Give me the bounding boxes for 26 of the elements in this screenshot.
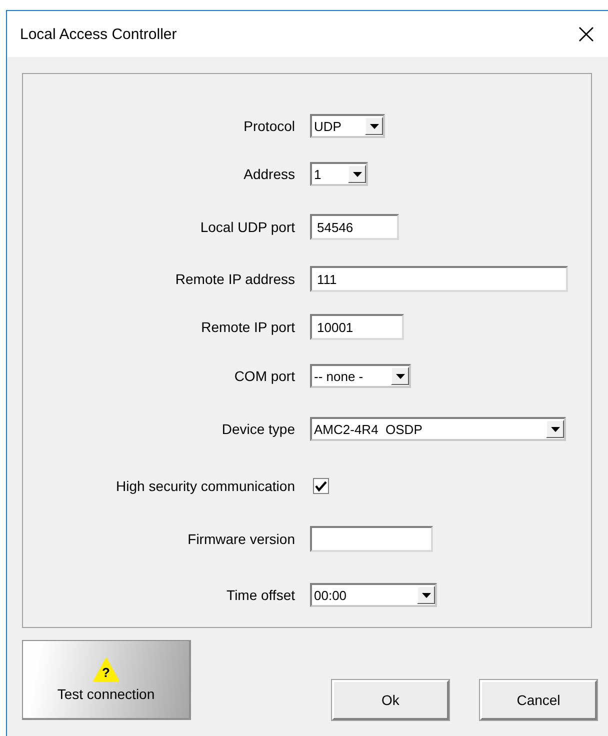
input-field[interactable]: 10001	[310, 314, 404, 340]
close-button[interactable]: ×	[570, 20, 602, 48]
field-label: Protocol	[242, 118, 295, 134]
field-label: Local UDP port	[199, 219, 295, 235]
dropdown[interactable]: -- none -	[310, 364, 411, 388]
field-label: COM port	[233, 368, 295, 384]
input-field[interactable]	[310, 526, 433, 552]
ok-button[interactable]: Ok	[332, 680, 449, 720]
checkbox[interactable]	[313, 478, 329, 494]
window-title: Local Access Controller	[20, 26, 177, 42]
field-label: Remote IP address	[174, 271, 295, 287]
input-field[interactable]: 111	[310, 266, 568, 292]
cancel-button[interactable]: Cancel	[480, 680, 597, 720]
dropdown[interactable]: AMC2-4R4 OSDP	[310, 417, 566, 441]
field-label: Device type	[220, 421, 295, 437]
field-label: Firmware version	[186, 531, 295, 547]
field-label: Address	[242, 166, 295, 182]
dropdown[interactable]: 1	[310, 162, 368, 186]
dropdown[interactable]: UDP	[310, 114, 385, 138]
test-connection-button[interactable]: ? Test connection	[22, 640, 191, 720]
field-label: Time offset	[226, 587, 295, 603]
input-field[interactable]: 54546	[310, 214, 399, 240]
field-label: Remote IP port	[200, 319, 295, 335]
dropdown[interactable]: 00:00	[310, 583, 437, 607]
field-label: High security communication	[115, 478, 295, 494]
warning-icon: ?	[93, 658, 119, 682]
